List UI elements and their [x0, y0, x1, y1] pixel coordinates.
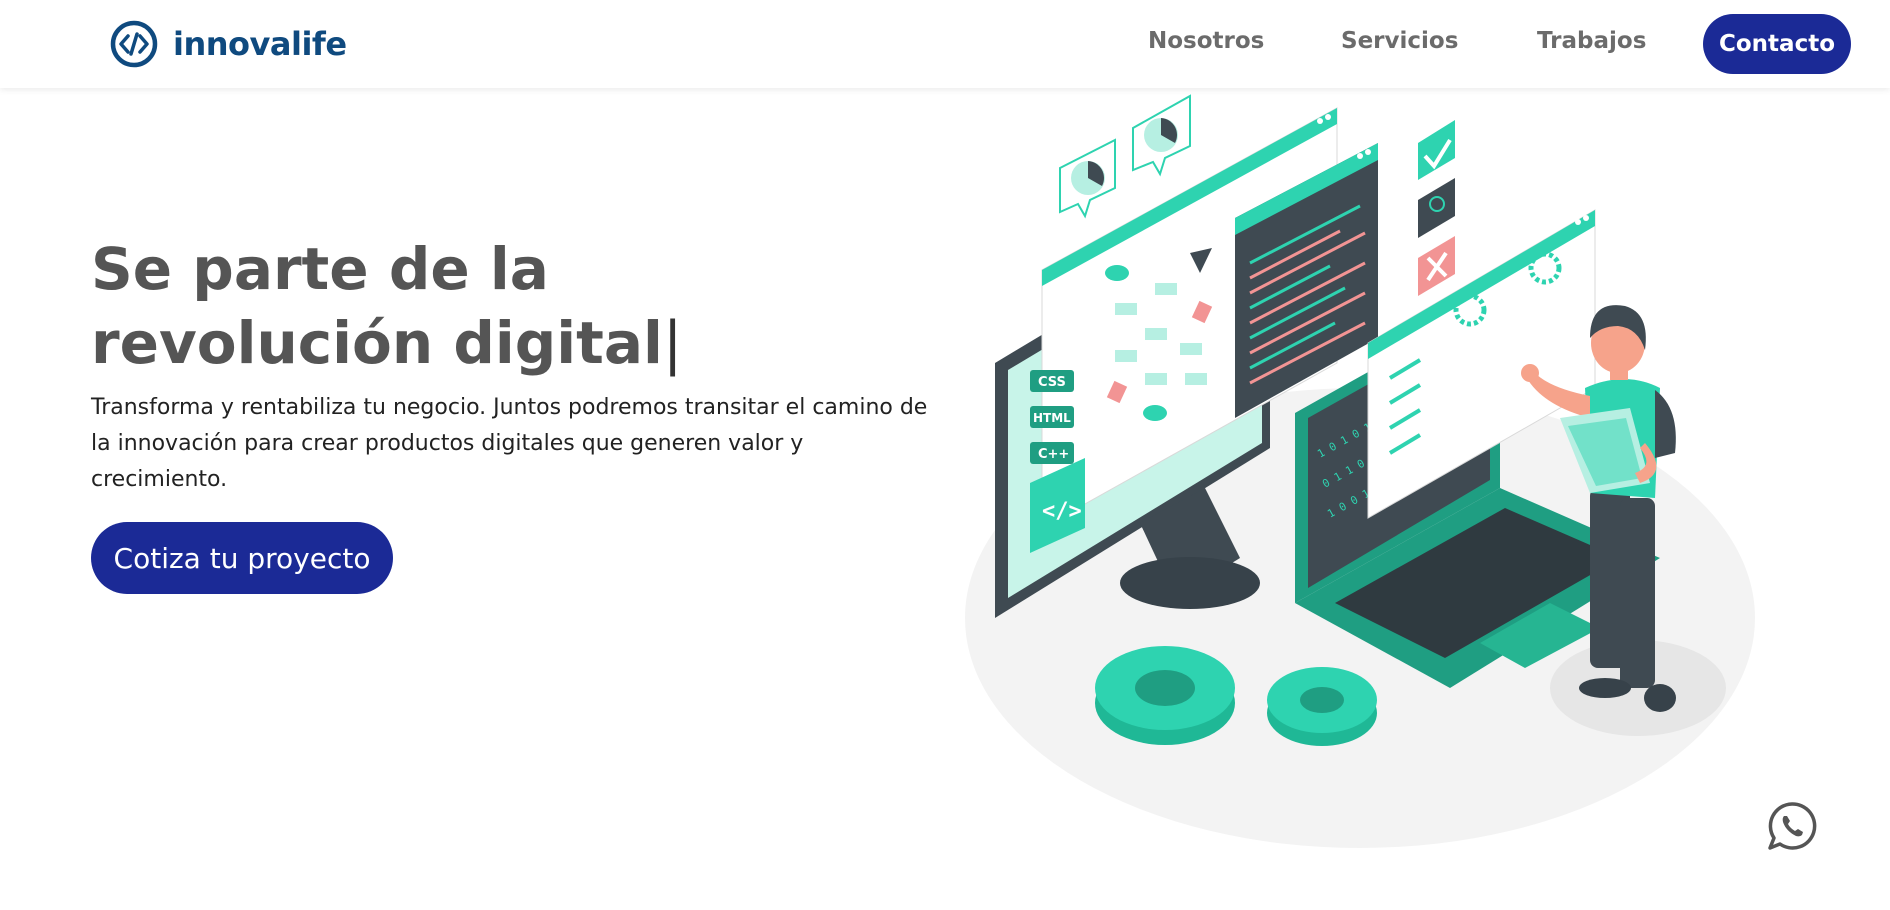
- tag-html: HTML: [1033, 411, 1071, 425]
- svg-text:</>: </>: [1042, 499, 1082, 524]
- hero-title-line1: Se parte de la: [91, 235, 549, 303]
- tag-cpp: C++: [1038, 447, 1069, 462]
- code-brackets-icon: [110, 20, 158, 68]
- brand-name: innovalife: [173, 25, 347, 63]
- developer-illustration: CSS HTML C++ </> 1 0 1 0 1 0 0 1 1 0 0 1…: [965, 94, 1755, 848]
- hero-title: Se parte de la revolución digital|: [91, 232, 851, 380]
- quote-project-button[interactable]: Cotiza tu proyecto: [91, 522, 393, 594]
- navbar: innovalife Nosotros Servicios Trabajos C…: [0, 0, 1890, 88]
- gear-left-icon: [1095, 646, 1235, 745]
- brand-logo[interactable]: innovalife: [109, 18, 347, 70]
- hero-description: Transforma y rentabiliza tu negocio. Jun…: [91, 395, 928, 492]
- contact-button[interactable]: Contacto: [1703, 14, 1851, 74]
- nav-link-nosotros[interactable]: Nosotros: [1148, 28, 1264, 54]
- tag-css: CSS: [1038, 375, 1066, 390]
- nav-link-trabajos[interactable]: Trabajos: [1537, 28, 1646, 54]
- hero-title-line2: revolución digital: [91, 309, 663, 377]
- whatsapp-icon[interactable]: [1766, 800, 1818, 852]
- gear-right-icon: [1267, 667, 1377, 746]
- typing-caret: |: [662, 309, 683, 377]
- nav-link-servicios[interactable]: Servicios: [1341, 28, 1458, 54]
